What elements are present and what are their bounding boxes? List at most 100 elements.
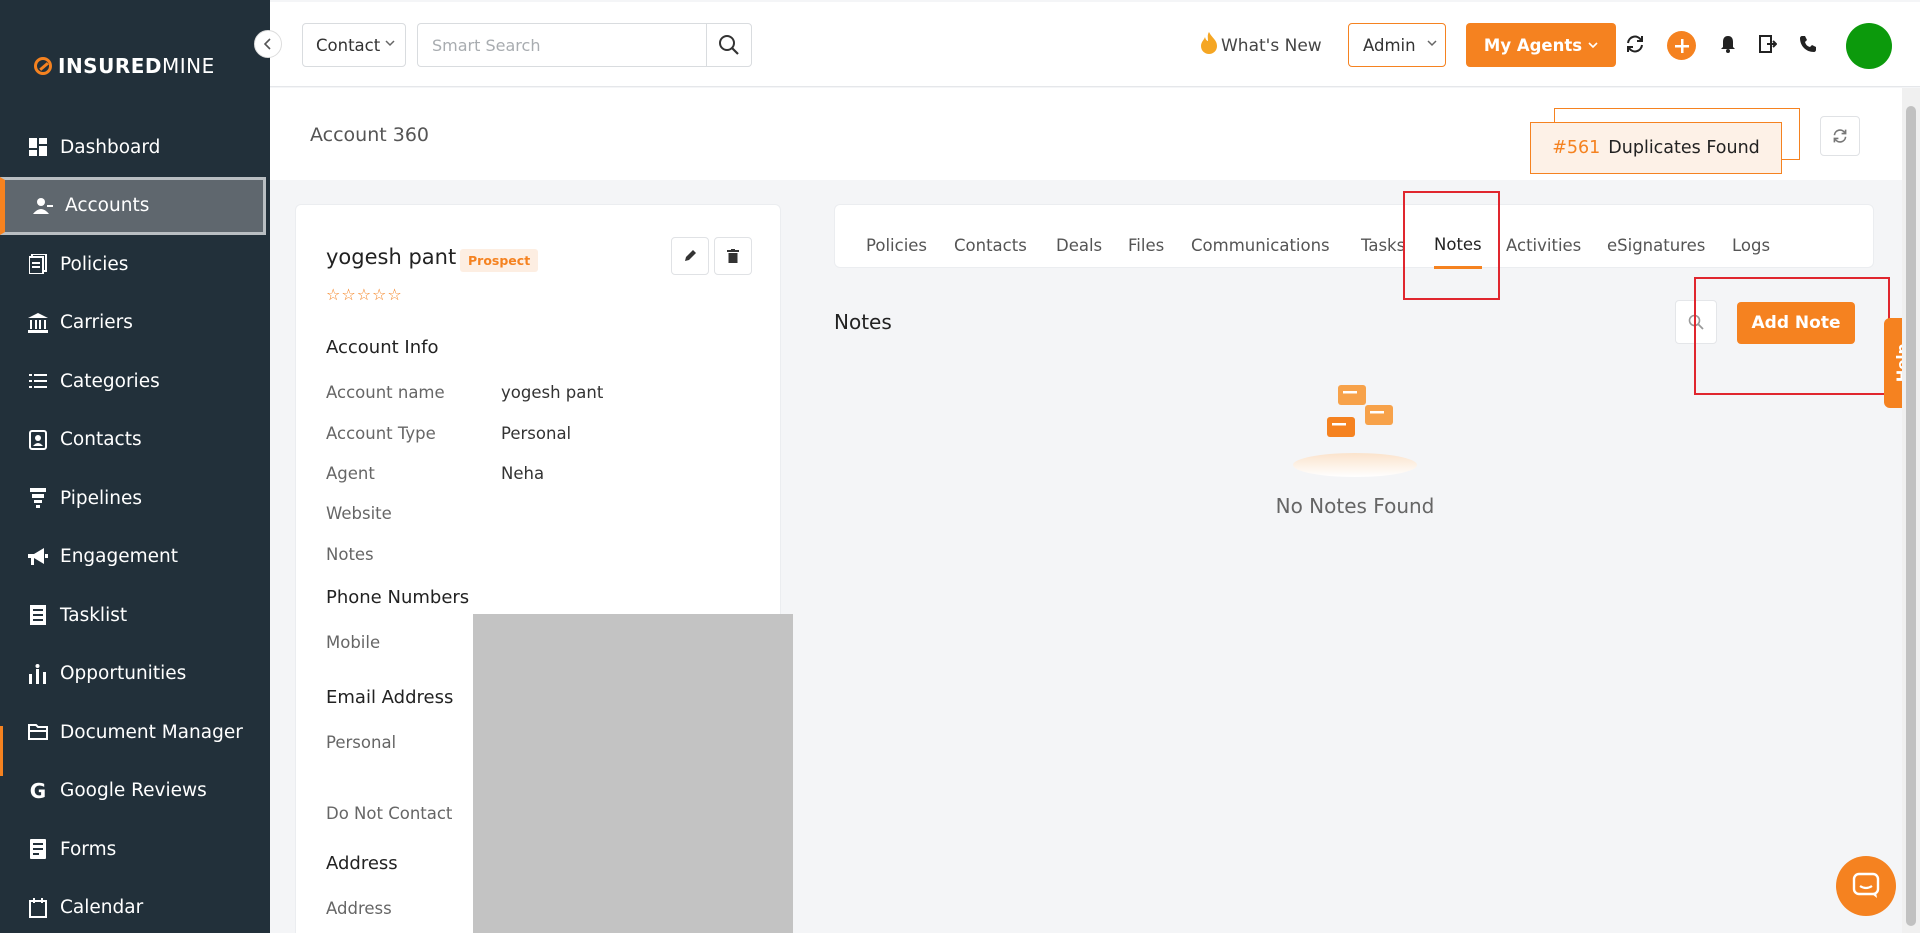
sidebar-item-label: Policies [60, 253, 129, 275]
sidebar-item-dashboard[interactable]: Dashboard [0, 118, 270, 177]
tab-logs[interactable]: Logs [1732, 236, 1770, 255]
empty-state-message: No Notes Found [1275, 494, 1435, 518]
calendar-icon [28, 897, 48, 918]
chat-icon [1852, 872, 1880, 898]
duplicates-count: #561 [1552, 138, 1601, 158]
sidebar-item-forms[interactable]: Forms [0, 820, 270, 879]
list-icon [28, 371, 48, 391]
field-label-account-type: Account Type [326, 424, 436, 443]
tab-deals[interactable]: Deals [1056, 236, 1102, 255]
field-label-notes: Notes [326, 545, 374, 564]
sidebar-item-contacts[interactable]: Contacts [0, 411, 270, 470]
switch-account-icon[interactable] [1756, 32, 1780, 56]
sidebar-item-label: Forms [60, 838, 117, 860]
page-scrollbar[interactable] [1902, 88, 1920, 933]
field-label-address: Address [326, 899, 392, 918]
quick-add-button[interactable] [1667, 31, 1696, 60]
tab-contacts[interactable]: Contacts [954, 236, 1027, 255]
sidebar-item-engagement[interactable]: Engagement [0, 528, 270, 587]
sidebar-item-label: Categories [60, 370, 160, 392]
sidebar-item-label: Dashboard [60, 136, 161, 158]
opportunities-icon [28, 663, 48, 684]
whats-new-label: What's New [1221, 35, 1322, 56]
tab-activities[interactable]: Activities [1506, 236, 1581, 255]
sidebar-item-categories[interactable]: Categories [0, 352, 270, 411]
field-value-account-type: Personal [501, 424, 572, 443]
sidebar: INSURED MINE Dashboard Accounts Policies … [0, 0, 270, 933]
notes-section-title: Notes [834, 310, 892, 334]
brand-logo[interactable]: INSURED MINE [34, 54, 215, 78]
role-value: Admin [1363, 35, 1416, 55]
tab-tasks[interactable]: Tasks [1361, 236, 1405, 255]
refresh-button[interactable] [1820, 116, 1860, 156]
notification-bell-icon[interactable] [1716, 32, 1740, 56]
sidebar-item-label: Calendar [60, 897, 144, 919]
trash-icon [727, 249, 739, 263]
edit-account-button[interactable] [671, 237, 709, 275]
chevron-down-icon [1588, 39, 1598, 52]
sidebar-item-calendar[interactable]: Calendar [0, 879, 270, 933]
logo-text-bold: INSURED [58, 54, 162, 78]
sidebar-item-tasklist[interactable]: Tasklist [0, 586, 270, 645]
search-type-value: Contact [316, 35, 381, 55]
logo-text-light: MINE [162, 54, 215, 78]
logo-mark-icon [34, 57, 52, 75]
field-label-mobile: Mobile [326, 633, 381, 652]
field-label-account-name: Account name [326, 383, 445, 402]
delete-account-button[interactable] [714, 237, 752, 275]
flame-icon [1200, 32, 1218, 59]
field-label-agent: Agent [326, 464, 375, 483]
whats-new-link[interactable]: What's New [1200, 32, 1322, 59]
sidebar-item-opportunities[interactable]: Opportunities [0, 645, 270, 704]
field-value-account-name: yogesh pant [501, 383, 604, 402]
contact-card-icon [28, 429, 48, 450]
field-label-personal-email: Personal [326, 733, 397, 752]
chat-launcher-button[interactable] [1836, 856, 1896, 916]
tasklist-icon [28, 605, 48, 626]
phone-icon[interactable] [1796, 32, 1820, 56]
my-agents-label: My Agents [1483, 35, 1583, 55]
chevron-down-icon [1427, 36, 1437, 50]
search-type-select[interactable]: Contact [302, 23, 406, 67]
pencil-icon [685, 250, 696, 261]
smart-search-input[interactable] [417, 23, 707, 67]
scrollbar-thumb[interactable] [1906, 106, 1916, 926]
sidebar-item-carriers[interactable]: Carriers [0, 294, 270, 353]
search-button[interactable] [706, 23, 752, 67]
tab-communications[interactable]: Communications [1191, 236, 1330, 255]
email-address-title: Email Address [326, 687, 454, 708]
funnel-icon [28, 488, 48, 509]
sidebar-nav: Dashboard Accounts Policies Carriers Cat… [0, 118, 270, 933]
user-avatar[interactable] [1846, 23, 1892, 69]
megaphone-icon [28, 547, 48, 567]
sidebar-item-pipelines[interactable]: Pipelines [0, 469, 270, 528]
page-header: Account 360 #561 Duplicates Found [270, 88, 1902, 180]
account-name-heading: yogesh pant [326, 245, 457, 269]
sidebar-item-label: Contacts [60, 429, 142, 451]
collapse-sidebar-button[interactable] [254, 30, 282, 58]
sidebar-item-label: Accounts [65, 195, 150, 217]
my-agents-button[interactable]: My Agents [1466, 23, 1616, 67]
field-label-website: Website [326, 504, 392, 523]
sync-icon[interactable] [1623, 32, 1647, 56]
highlight-box-add-note [1694, 277, 1890, 395]
tab-esignatures[interactable]: eSignatures [1607, 236, 1705, 255]
folder-icon [28, 722, 48, 742]
sidebar-item-document-manager[interactable]: Document Manager [0, 703, 270, 762]
dashboard-icon [28, 137, 48, 157]
sidebar-item-label: Tasklist [60, 604, 128, 626]
sidebar-item-label: Document Manager [60, 721, 243, 743]
role-select[interactable]: Admin [1348, 23, 1446, 67]
duplicates-found-button[interactable]: #561 Duplicates Found [1530, 122, 1782, 174]
status-badge: Prospect [460, 249, 539, 272]
tab-policies[interactable]: Policies [866, 236, 927, 255]
tab-files[interactable]: Files [1128, 236, 1164, 255]
chevron-left-icon [263, 38, 271, 50]
field-value-agent: Neha [501, 464, 545, 483]
highlight-box-notes-tab [1403, 191, 1500, 300]
account-info-title: Account Info [326, 337, 439, 358]
sidebar-item-policies[interactable]: Policies [0, 235, 270, 294]
rating-stars[interactable]: ☆☆☆☆☆ [326, 285, 403, 304]
sidebar-item-google-reviews[interactable]: G Google Reviews [0, 762, 270, 821]
sidebar-item-accounts[interactable]: Accounts [0, 176, 266, 235]
